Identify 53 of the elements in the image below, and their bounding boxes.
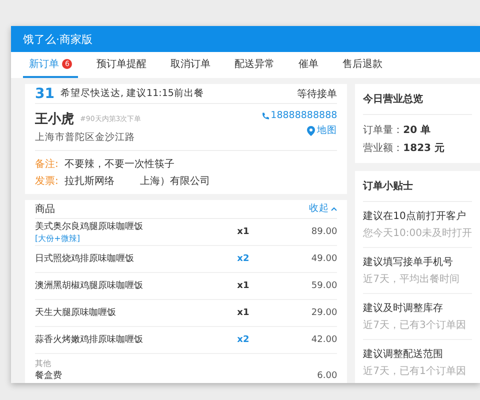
customer-name: 王小虎 [35,111,74,128]
stat-value: 1823 元 [403,142,444,155]
item-price: 29.00 [310,308,338,318]
other-heading: 其他 [35,358,52,369]
item-price: 42.00 [310,334,338,345]
tab[interactable]: 预订单提醒 [90,52,152,78]
remark-text: 拉扎斯网络 上海）有限公司 [64,174,210,188]
item-name: 天生大腿原味咖喱饭 [35,306,117,320]
tip-detail: 近7天，平均出餐时间 [363,272,461,286]
remark-label: 发票: [35,175,58,188]
app-title: 饿了么·商家版 [23,32,92,46]
tab[interactable]: 取消订单 [164,52,216,78]
delivery-note: 希望尽快送达, 建议11:15前出餐 [60,87,205,100]
item-quantity: x1 [237,226,250,237]
map-link[interactable]: 地图 [307,124,338,138]
item-price: 49.00 [310,254,338,264]
item-quantity: x1 [237,280,250,291]
tip-title: 建议调整配送范围 [363,348,444,361]
tab[interactable]: 配送异常 [228,52,280,78]
item-price: 59.00 [310,280,338,291]
item-options: [大份+微辣] [35,232,238,244]
tip-detail: 您今天10:00未及时打开 [363,226,472,240]
stat-label: 订单量： [363,124,404,137]
tab[interactable]: 催单 [292,52,324,78]
tip-detail: 近7天，已有3个订单因 [363,318,467,332]
order-status: 等待接单 [297,88,338,101]
order-number: 31 [35,86,54,102]
remark-label: 备注: [35,158,58,172]
tip-detail: 近7天，已有1个订单因 [363,364,467,378]
item-quantity: x2 [237,254,250,264]
stat-label: 营业额： [363,142,404,155]
item-price: 89.00 [310,226,338,237]
item-name: 蒜香火烤嫩鸡排原味咖喱饭 [35,334,144,346]
phone-icon [260,112,269,120]
remark-text: 不要辣，不要一次性筷子 [64,158,174,172]
customer-address: 上海市普陀区金沙江路 [35,131,136,144]
items-heading: 商品 [35,202,55,216]
map-pin-icon [307,126,316,136]
item-name: 澳洲黑胡椒鸡腿原味咖喱饭 [35,280,144,292]
tip-title: 建议在10点前打开客户 [363,210,467,223]
tip-title: 建议填写接单手机号 [363,256,454,269]
tip-title: 建议及时调整库存 [363,302,444,315]
summary-title: 今日营业总览 [363,92,472,115]
item-name: 日式照烧鸡排原味咖喱饭 [35,252,135,266]
caret-icon [331,206,338,211]
tab[interactable]: 售后退款 [336,52,388,78]
fee-name: 餐盒费 [35,370,63,382]
stat-value: 20 单 [403,124,431,137]
fee-price: 6.00 [316,370,338,381]
item-name: 美式奥尔良鸡腿原味咖喱饭 [35,220,144,233]
item-quantity: x2 [237,334,250,345]
item-quantity: x1 [237,308,250,318]
tips-title: 订单小贴士 [363,179,472,202]
